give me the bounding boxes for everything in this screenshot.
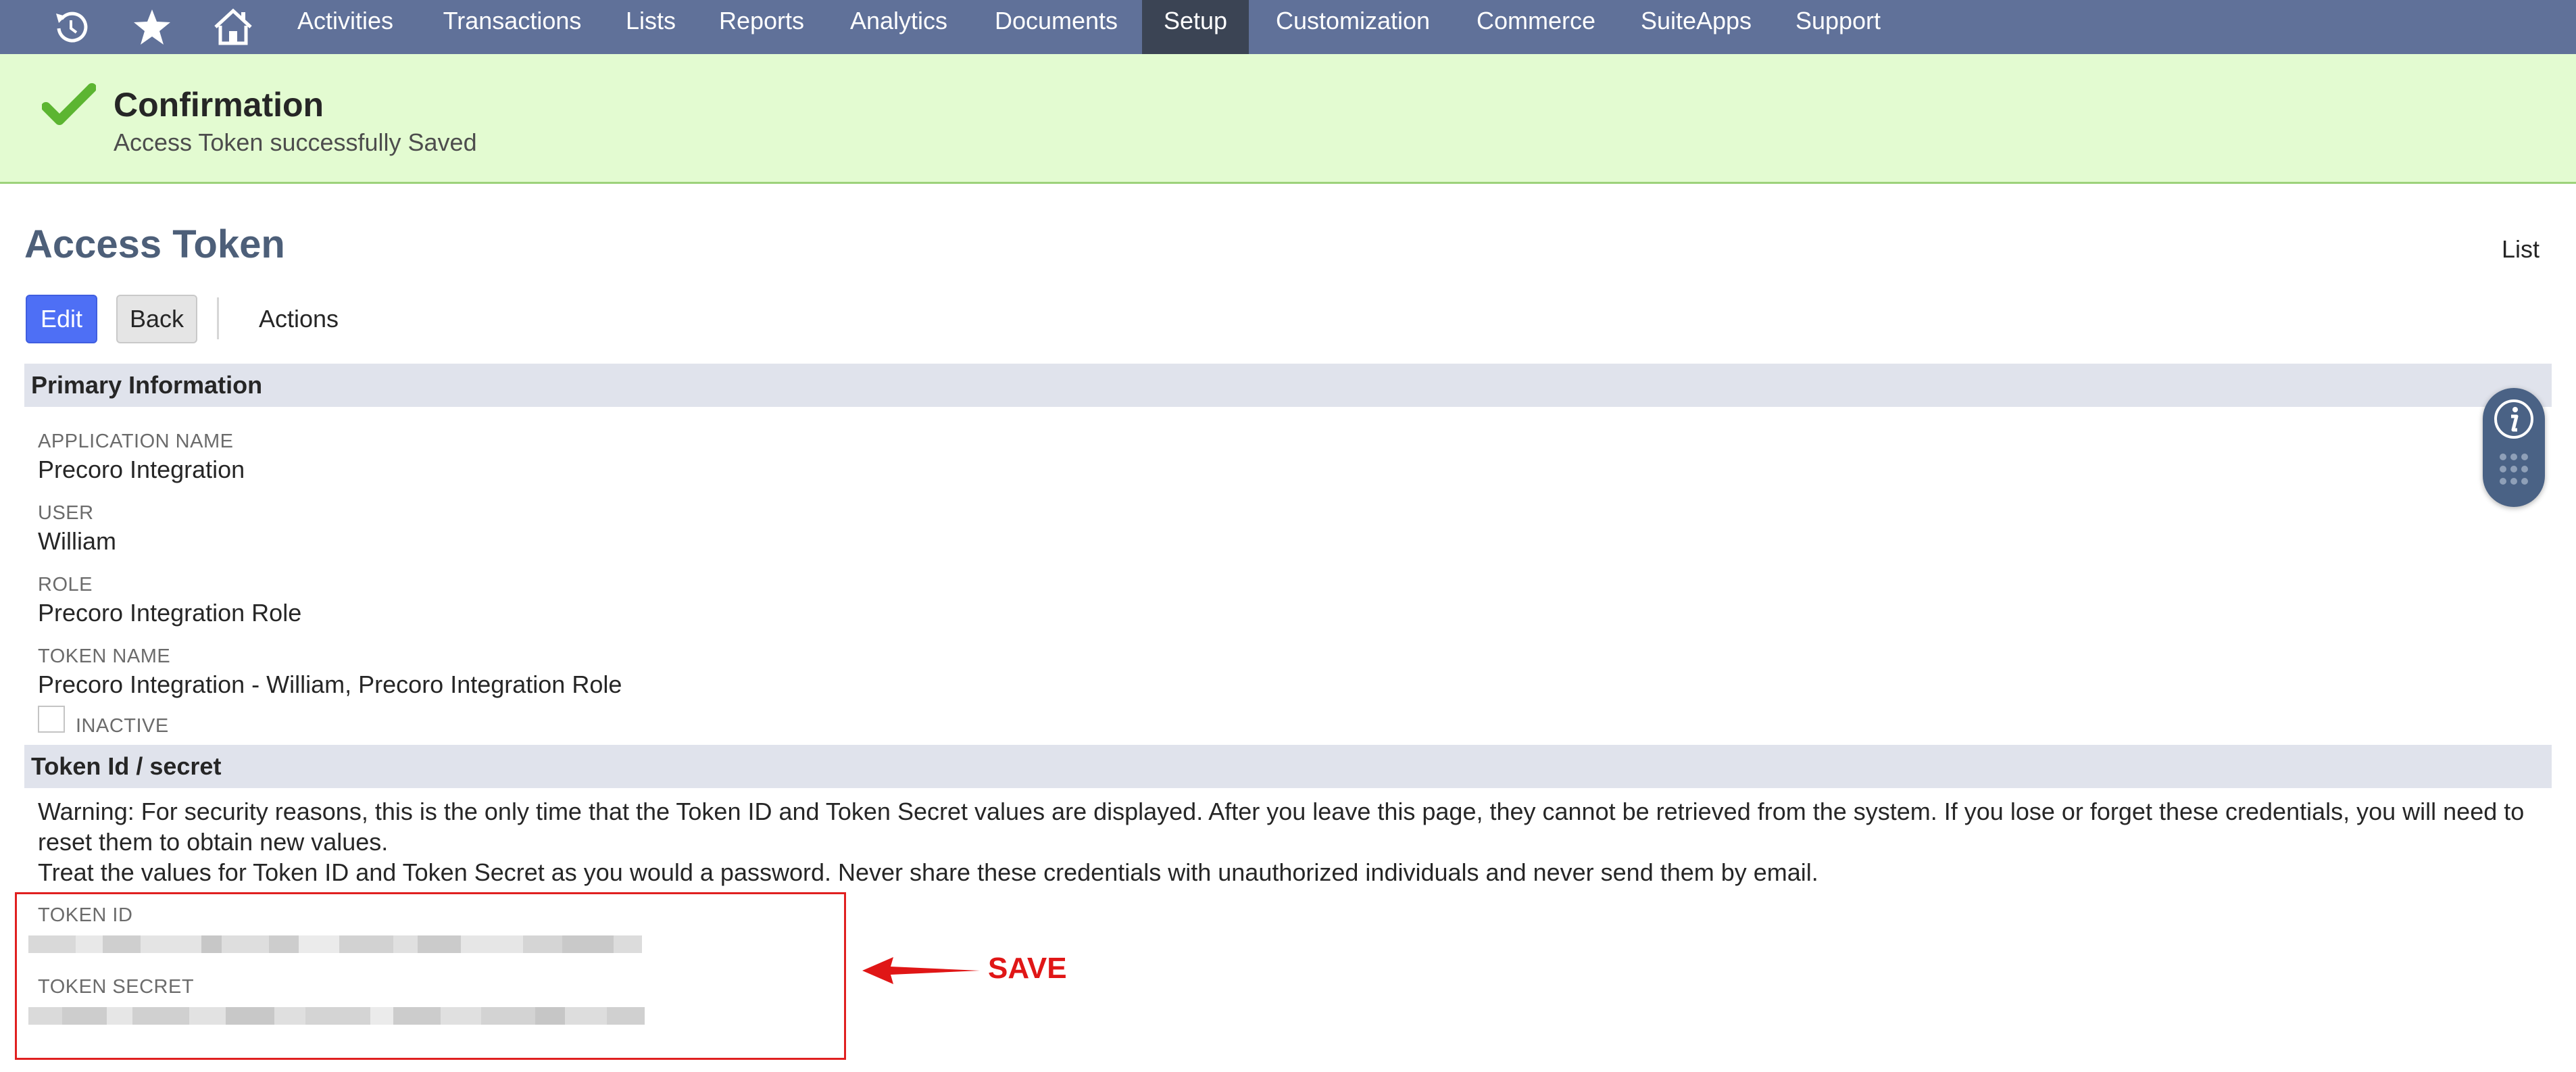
security-warning: Warning: For security reasons, this is t… [38, 796, 2531, 887]
section-header-token-id-secret[interactable]: Token Id / secret [24, 745, 2552, 788]
banner-title: Confirmation [114, 86, 324, 124]
user-label: USER [38, 502, 94, 524]
edit-button[interactable]: Edit [26, 295, 97, 343]
apps-grid-icon[interactable] [2499, 453, 2529, 489]
nav-documents[interactable]: Documents [970, 0, 1142, 54]
help-widget[interactable] [2483, 388, 2545, 507]
confirmation-banner: Confirmation Access Token successfully S… [0, 54, 2576, 184]
warning-text-password: Treat the values for Token ID and Token … [38, 858, 1818, 886]
nav-activities[interactable]: Activities [274, 0, 416, 54]
actions-menu[interactable]: Actions [259, 305, 339, 333]
token-name-label: TOKEN NAME [38, 645, 171, 667]
banner-message: Access Token successfully Saved [114, 128, 477, 156]
nav-commerce[interactable]: Commerce [1457, 0, 1615, 54]
checkmark-icon [41, 82, 97, 133]
section-header-primary-information[interactable]: Primary Information [24, 364, 2552, 407]
user-value: William [38, 527, 116, 555]
token-id-label: TOKEN ID [38, 904, 133, 926]
nav-suiteapps[interactable]: SuiteApps [1618, 0, 1775, 54]
recent-icon[interactable] [47, 0, 95, 54]
annotation-arrow [860, 950, 981, 994]
back-button[interactable]: Back [116, 295, 197, 343]
nav-transactions[interactable]: Transactions [419, 0, 605, 54]
token-secret-value-redacted [28, 1007, 645, 1025]
token-secret-label: TOKEN SECRET [38, 976, 195, 998]
save-annotation-label: SAVE [988, 952, 1067, 985]
application-name-label: APPLICATION NAME [38, 431, 234, 452]
role-value: Precoro Integration Role [38, 599, 302, 627]
page-title: Access Token [24, 222, 285, 266]
list-link[interactable]: List [2502, 235, 2540, 264]
info-icon[interactable] [2492, 397, 2535, 444]
top-navigation: Activities Transactions Lists Reports An… [0, 0, 2576, 54]
nav-lists[interactable]: Lists [608, 0, 693, 54]
nav-reports[interactable]: Reports [696, 0, 827, 54]
home-icon[interactable] [209, 0, 257, 54]
token-id-value-redacted [28, 935, 642, 953]
inactive-checkbox[interactable] [38, 706, 65, 733]
nav-analytics[interactable]: Analytics [830, 0, 968, 54]
toolbar-divider [217, 297, 219, 339]
application-name-value: Precoro Integration [38, 456, 245, 483]
warning-text: Warning: For security reasons, this is t… [38, 798, 2525, 856]
nav-support[interactable]: Support [1777, 0, 1899, 54]
token-name-value: Precoro Integration - William, Precoro I… [38, 671, 622, 698]
star-icon[interactable] [128, 0, 176, 54]
inactive-label: INACTIVE [76, 715, 169, 737]
nav-customization[interactable]: Customization [1252, 0, 1454, 54]
role-label: ROLE [38, 574, 93, 595]
nav-setup[interactable]: Setup [1142, 0, 1249, 54]
